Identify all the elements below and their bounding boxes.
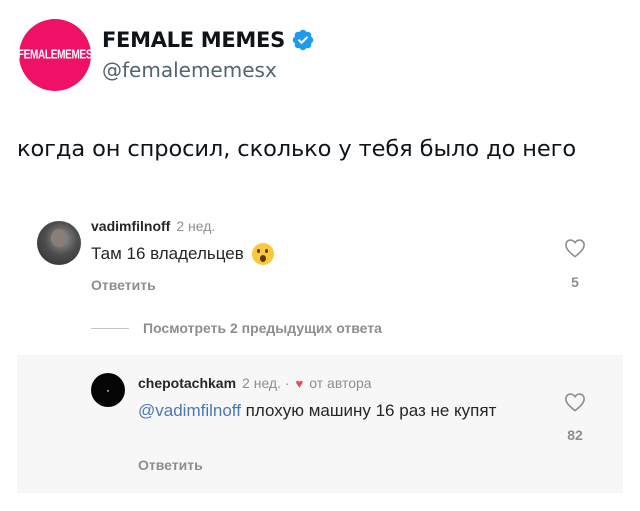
author-liked-heart-icon: ♥ — [295, 375, 304, 391]
avatar-logo-text: FEMALEMEMES — [17, 47, 93, 63]
like-heart-icon — [565, 393, 585, 412]
reply-time: 2 нед. · — [242, 375, 290, 391]
reply-header: chepotachkam 2 нед. · ♥ от автора — [138, 375, 372, 391]
divider-line — [91, 327, 129, 329]
tweet-text: когда он спросил, сколько у тебя было до… — [17, 136, 577, 162]
profile-avatar[interactable]: FEMALEMEMES — [17, 19, 93, 91]
mention-link: @vadimfilnoff — [138, 401, 241, 420]
display-name[interactable]: FEMALE MEMES — [102, 28, 285, 52]
reply-text-body: плохую машину 16 раз не купят — [240, 401, 497, 420]
embedded-comment-screenshot: vadimfilnoff 2 нед. Там 16 владельцев От… — [17, 197, 623, 493]
comment-text: Там 16 владельцев — [91, 244, 244, 263]
comment-header: vadimfilnoff 2 нед. — [91, 218, 215, 234]
reply-link: Ответить — [91, 277, 156, 293]
comment-username: vadimfilnoff — [91, 218, 171, 234]
like-heart-icon — [565, 239, 585, 258]
highlighted-reply: ● chepotachkam 2 нед. · ♥ от автора @vad… — [17, 355, 623, 493]
comment-time: 2 нед. — [176, 218, 216, 234]
comment-text-row: Там 16 владельцев — [91, 243, 274, 265]
author-badge: от автора — [309, 375, 372, 391]
user-handle[interactable]: @femalememesx — [102, 58, 277, 82]
view-previous-replies: Посмотреть 2 предыдущих ответа — [91, 320, 382, 336]
verified-badge-icon — [292, 29, 314, 51]
reply-link: Ответить — [138, 457, 203, 473]
reply-username: chepotachkam — [138, 375, 237, 391]
commenter-avatar — [37, 221, 81, 265]
like-count: 5 — [571, 274, 579, 290]
view-previous-replies-label: Посмотреть 2 предыдущих ответа — [143, 320, 382, 336]
author-avatar: ● — [91, 373, 125, 407]
reply-text: @vadimfilnoff плохую машину 16 раз не ку… — [138, 399, 528, 423]
hushed-face-emoji-icon — [251, 243, 274, 265]
author-name-row: FEMALE MEMES — [102, 28, 315, 52]
like-count: 82 — [567, 427, 583, 443]
